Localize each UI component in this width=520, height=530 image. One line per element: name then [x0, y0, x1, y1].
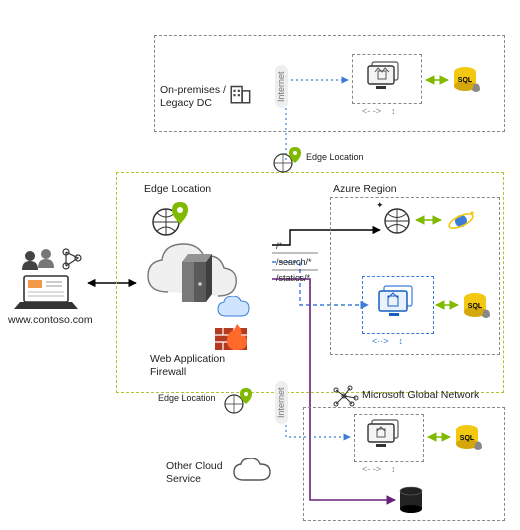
- edge-top-pin-icon: [273, 145, 303, 176]
- internet-label-top: Internet: [275, 65, 288, 108]
- client-url-label: www.contoso.com: [8, 314, 93, 327]
- other-scaleset-glyph: <- -> ↕: [362, 464, 396, 475]
- edge-bottom-pin-icon: [224, 386, 254, 417]
- other-sql-icon: SQL: [454, 424, 484, 455]
- route-statics-label: /statics/*: [276, 273, 310, 284]
- azure-vm-icon: [376, 284, 422, 327]
- building-icon: [228, 80, 254, 109]
- other-vm-icon: [366, 418, 408, 457]
- waf-cloud-icon: [216, 296, 252, 325]
- static-webapp-icon: [382, 206, 412, 239]
- other-cloud-label: Other Cloud Service: [166, 460, 223, 485]
- other-db-icon: [398, 486, 424, 519]
- azure-region-label: Azure Region: [333, 183, 397, 196]
- onprem-scaleset-glyph: <- -> ↕: [362, 106, 396, 117]
- static-sparkle-icon: ✦: [376, 200, 384, 211]
- waf-label: Web Application Firewall: [150, 353, 250, 378]
- client-icon: [14, 246, 86, 315]
- onprem-sql-icon: SQL: [452, 66, 482, 97]
- onprem-label: On-premises / Legacy DC: [160, 84, 226, 109]
- other-cloud-icon: [232, 458, 272, 489]
- internet-label-bottom: Internet: [275, 381, 288, 424]
- svg-text:SQL: SQL: [458, 77, 473, 84]
- svg-text:SQL: SQL: [468, 303, 483, 310]
- edge-location-label: Edge Location: [144, 183, 211, 196]
- svg-text:SQL: SQL: [460, 435, 475, 442]
- route-root-label: /*: [276, 241, 282, 252]
- edge-bottom-label: Edge Location: [158, 393, 216, 404]
- msgn-label: Microsoft Global Network: [362, 389, 479, 402]
- route-search-label: /search/*: [276, 257, 312, 268]
- azure-sql-icon: SQL: [462, 292, 492, 323]
- cosmos-icon: [446, 206, 476, 239]
- edge-globe-pin-icon: [150, 198, 194, 241]
- onprem-vm-icon: [366, 60, 408, 101]
- edge-top-label: Edge Location: [306, 152, 364, 163]
- azure-scaleset-glyph: <··> ↕: [372, 336, 403, 347]
- firewall-icon: [214, 322, 250, 355]
